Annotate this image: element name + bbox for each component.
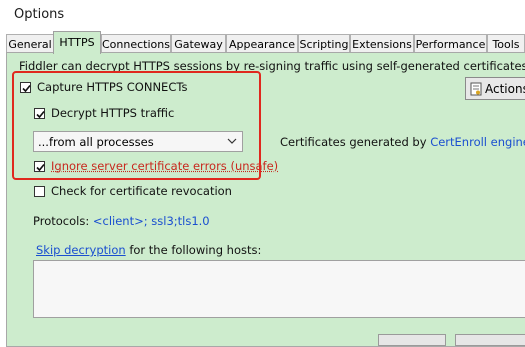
- skip-decryption-suffix: for the following hosts:: [125, 243, 262, 257]
- skip-decryption-link[interactable]: Skip decryption: [36, 243, 126, 257]
- cert-revocation-checkbox[interactable]: [34, 186, 45, 197]
- protocols-row: Protocols: <client>; ssl3;tls1.0: [33, 214, 210, 228]
- bottom-button-left[interactable]: [378, 334, 446, 346]
- tab-https[interactable]: HTTPS: [53, 31, 101, 54]
- tab-performance[interactable]: Performance: [414, 34, 487, 53]
- skip-decryption-row: Skip decryption for the following hosts:: [36, 243, 261, 257]
- bottom-button-right[interactable]: [455, 334, 525, 346]
- tab-scripting[interactable]: Scripting: [298, 34, 350, 53]
- cert-generator-info: Certificates generated by CertEnroll eng…: [280, 135, 525, 149]
- skip-hosts-textarea[interactable]: [33, 260, 525, 318]
- tab-gateway[interactable]: Gateway: [171, 34, 226, 53]
- protocols-link[interactable]: <client>; ssl3;tls1.0: [93, 214, 210, 228]
- tab-tools[interactable]: Tools: [487, 34, 525, 53]
- options-window: Options General HTTPS Connections Gatewa…: [0, 0, 525, 347]
- protocols-label: Protocols:: [33, 214, 93, 228]
- cert-engine-link[interactable]: CertEnroll engine: [430, 135, 525, 149]
- tab-connections[interactable]: Connections: [101, 34, 171, 53]
- cert-revocation-label[interactable]: Check for certificate revocation: [51, 184, 232, 198]
- actions-button-label: Actions: [485, 82, 525, 96]
- tab-extensions[interactable]: Extensions: [350, 34, 414, 53]
- actions-button[interactable]: Actions: [465, 77, 525, 100]
- tab-general[interactable]: General: [6, 34, 54, 53]
- window-title: Options: [14, 7, 65, 22]
- certificate-icon: [470, 82, 482, 96]
- tab-appearance[interactable]: Appearance: [226, 34, 298, 53]
- highlight-box: [12, 71, 261, 180]
- cert-generator-prefix: Certificates generated by: [280, 135, 431, 149]
